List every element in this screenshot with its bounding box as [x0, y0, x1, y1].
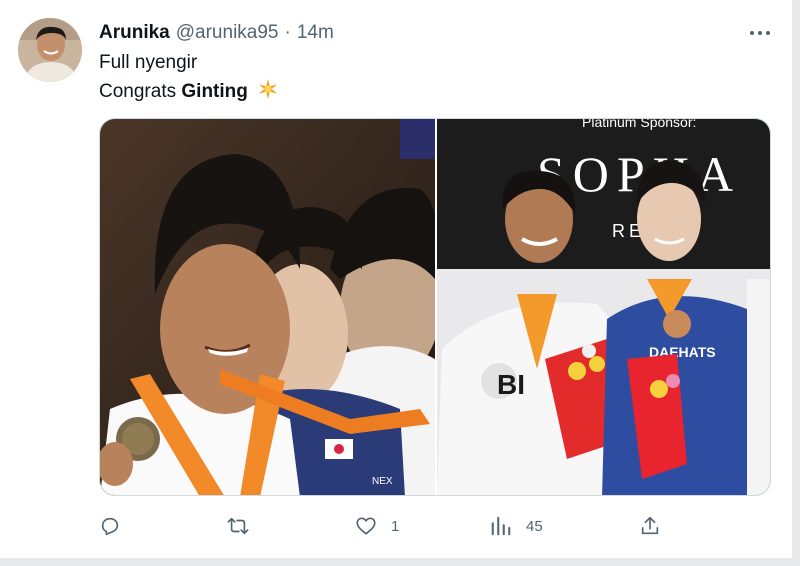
tweet-text-bold: Ginting	[181, 81, 248, 102]
tweet-timestamp[interactable]: 14m	[297, 22, 334, 44]
retweet-icon	[227, 517, 249, 535]
avatar-image	[18, 18, 82, 82]
reply-icon	[101, 517, 119, 536]
like-button[interactable]: 1	[355, 510, 399, 542]
tweet-text-line-2: Congrats Ginting	[99, 78, 279, 106]
more-options-icon[interactable]	[746, 24, 774, 42]
views-button[interactable]: 45	[490, 510, 543, 542]
display-name[interactable]: Arunika	[99, 22, 170, 44]
avatar[interactable]	[18, 18, 82, 82]
heart-icon	[356, 517, 376, 535]
like-count: 1	[391, 517, 400, 535]
photo-left[interactable]: NEX	[100, 119, 435, 495]
sparkle-star-icon	[257, 78, 279, 106]
retweet-button[interactable]	[227, 510, 263, 542]
tweet-text-line-1: Full nyengir	[99, 52, 198, 73]
left-shirt-text: BI	[497, 369, 525, 400]
tweet-media[interactable]: NEX Platinum Sponsor: SOPHA RE BI DAEHAT…	[99, 118, 771, 496]
share-icon	[641, 516, 659, 535]
share-button[interactable]	[639, 510, 661, 542]
jersey-text: NEX	[372, 476, 393, 487]
photo-right[interactable]: Platinum Sponsor: SOPHA RE Y BI	[437, 119, 770, 495]
tweet-card[interactable]: Arunika @arunika95 · 14m Full nyengir Co…	[0, 0, 792, 558]
podium-closeup-image: NEX	[100, 119, 435, 495]
podium-medals-image: Platinum Sponsor: SOPHA RE Y BI	[437, 119, 770, 495]
separator-dot: ·	[284, 22, 291, 43]
user-handle[interactable]: @arunika95	[176, 22, 279, 44]
tweet-action-bar: 1 45	[99, 510, 679, 542]
analytics-icon	[491, 516, 511, 536]
reply-button[interactable]	[99, 510, 135, 542]
tweet-header: Arunika @arunika95 · 14m	[99, 22, 334, 44]
banner-top-text: Platinum Sponsor:	[582, 119, 696, 130]
tweet-text-prefix: Congrats	[99, 81, 177, 102]
views-count: 45	[526, 517, 543, 535]
